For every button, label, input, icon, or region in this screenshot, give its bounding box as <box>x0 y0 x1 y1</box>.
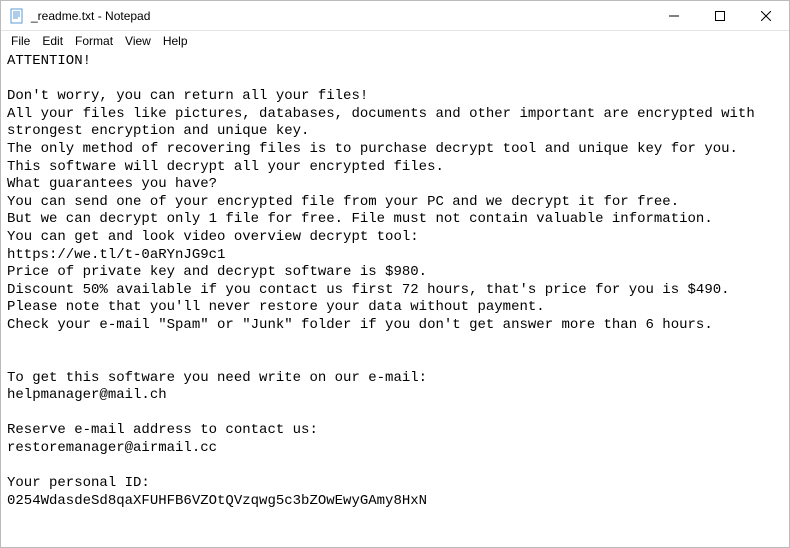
menubar: File Edit Format View Help <box>1 31 789 51</box>
minimize-button[interactable] <box>651 1 697 30</box>
menu-format[interactable]: Format <box>69 33 119 49</box>
menu-view[interactable]: View <box>119 33 157 49</box>
maximize-button[interactable] <box>697 1 743 30</box>
window-controls <box>651 1 789 30</box>
titlebar: _readme.txt - Notepad <box>1 1 789 31</box>
menu-edit[interactable]: Edit <box>36 33 69 49</box>
notepad-icon <box>9 8 25 24</box>
menu-help[interactable]: Help <box>157 33 194 49</box>
menu-file[interactable]: File <box>5 33 36 49</box>
text-content[interactable]: ATTENTION! Don't worry, you can return a… <box>1 51 789 547</box>
notepad-window: _readme.txt - Notepad File Edit <box>0 0 790 548</box>
window-title: _readme.txt - Notepad <box>31 9 651 23</box>
close-button[interactable] <box>743 1 789 30</box>
